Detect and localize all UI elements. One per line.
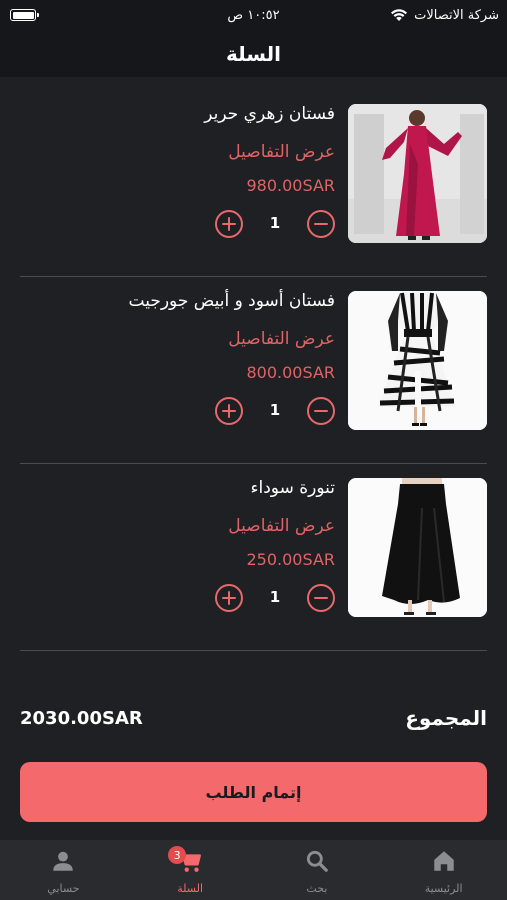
quantity-value: 1: [269, 401, 281, 419]
quantity-value: 1: [269, 588, 281, 606]
cart-list: فستان زهري حرير عرض التفاصيل 980.00SAR 1: [20, 90, 487, 651]
product-image-pink-dress[interactable]: [348, 104, 487, 243]
nav-item-search[interactable]: بحث: [254, 840, 381, 900]
nav-item-home[interactable]: الرئيسية: [380, 840, 507, 900]
product-name: تنورة سوداء: [250, 478, 335, 498]
product-image-black-skirt[interactable]: [348, 478, 487, 617]
cart-count-badge: 3: [168, 846, 187, 864]
page-title: السلة: [225, 41, 281, 66]
battery-icon: [10, 9, 39, 21]
pink-dress-illustration: [348, 104, 487, 243]
increase-quantity-button[interactable]: [215, 210, 243, 238]
product-image-zebra-dress[interactable]: [348, 291, 487, 430]
quantity-stepper: 1: [215, 584, 335, 616]
checkout-label: إتمام الطلب: [205, 782, 302, 802]
wifi-icon: [391, 9, 408, 21]
quantity-stepper: 1: [215, 397, 335, 429]
product-price: 980.00SAR: [246, 176, 336, 195]
nav-item-cart[interactable]: 3 السلة: [127, 840, 254, 900]
product-price: 800.00SAR: [246, 363, 336, 382]
app-header: السلة: [0, 30, 507, 77]
zebra-dress-illustration: [348, 291, 487, 430]
view-details-link[interactable]: عرض التفاصيل: [228, 516, 335, 536]
quantity-stepper: 1: [215, 210, 335, 242]
increase-quantity-button[interactable]: [215, 397, 243, 425]
decrease-quantity-button[interactable]: [307, 584, 335, 612]
status-time: ١٠:٥٢ ص: [227, 7, 280, 23]
nav-item-account[interactable]: حسابي: [0, 840, 127, 900]
increase-quantity-button[interactable]: [215, 584, 243, 612]
cart-item: تنورة سوداء عرض التفاصيل 250.00SAR 1: [20, 464, 487, 651]
carrier-name: شركة الاتصالات: [414, 7, 499, 23]
minus-icon: [314, 409, 328, 413]
person-icon: [53, 851, 74, 871]
view-details-link[interactable]: عرض التفاصيل: [228, 329, 335, 349]
cart-screen: ١٠:٥٢ ص شركة الاتصالات السلة فستان زهري …: [0, 0, 507, 900]
nav-label-cart: السلة: [177, 882, 204, 895]
status-bar: ١٠:٥٢ ص شركة الاتصالات: [0, 0, 507, 30]
view-details-link[interactable]: عرض التفاصيل: [228, 142, 335, 162]
cart-item: فستان زهري حرير عرض التفاصيل 980.00SAR 1: [20, 90, 487, 277]
search-icon: [306, 850, 328, 872]
nav-label-search: بحث: [306, 882, 328, 895]
black-skirt-illustration: [348, 478, 487, 617]
total-label: المجموع: [405, 706, 487, 730]
cart-item: فستان أسود و أبيض جورجيت عرض التفاصيل 80…: [20, 277, 487, 464]
product-price: 250.00SAR: [246, 550, 336, 569]
bottom-nav: الرئيسية بحث 3 السلة حسابي: [0, 840, 507, 900]
product-name: فستان زهري حرير: [204, 104, 335, 124]
minus-icon: [314, 596, 328, 600]
home-icon: [433, 851, 454, 871]
order-total: المجموع 2030.00SAR: [20, 702, 487, 738]
decrease-quantity-button[interactable]: [307, 397, 335, 425]
decrease-quantity-button[interactable]: [307, 210, 335, 238]
quantity-value: 1: [269, 214, 281, 232]
status-carrier-group: شركة الاتصالات: [390, 8, 499, 23]
battery-level: [12, 11, 34, 19]
checkout-button[interactable]: إتمام الطلب: [20, 762, 487, 822]
total-value: 2030.00SAR: [20, 708, 143, 729]
minus-icon: [314, 222, 328, 226]
product-name: فستان أسود و أبيض جورجيت: [128, 291, 335, 311]
nav-label-home: الرئيسية: [424, 882, 463, 895]
nav-label-account: حسابي: [47, 882, 80, 895]
